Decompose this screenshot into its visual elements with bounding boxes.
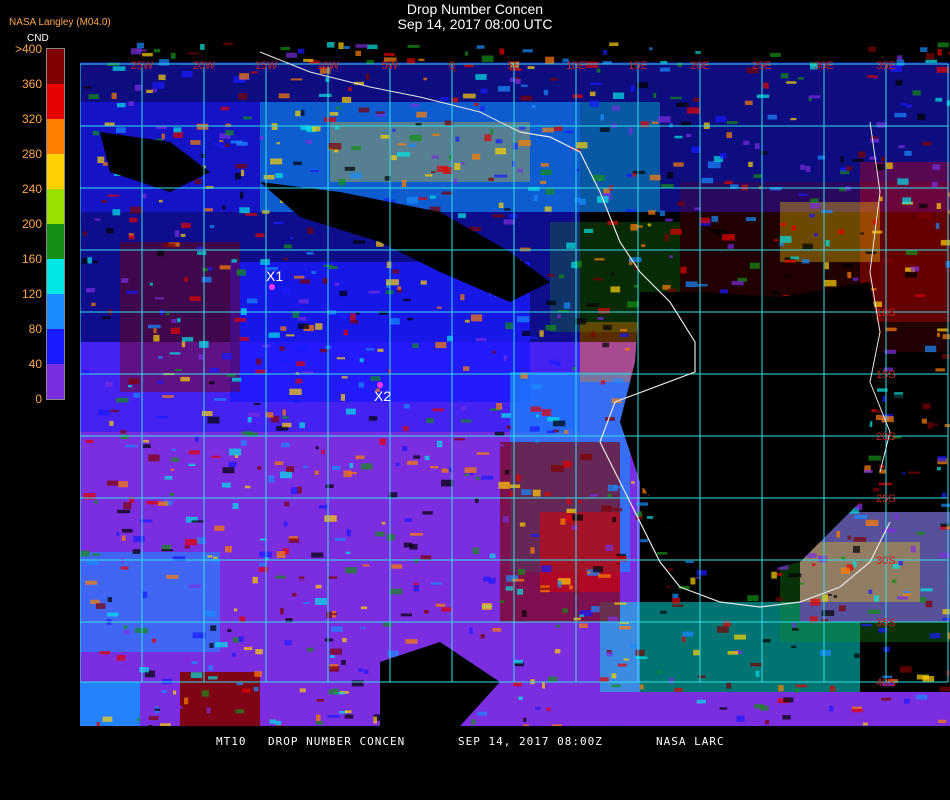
latitude-label: 15S (876, 369, 896, 381)
map-title: Drop Number Concen (0, 2, 950, 17)
legend-tick-label: 360 (0, 78, 42, 90)
legend-swatch (47, 294, 64, 329)
legend-tick-label: 320 (0, 113, 42, 125)
legend-tick-label: 0 (0, 393, 42, 405)
latitude-label: 30S (876, 555, 896, 567)
longitude-label: 15E (628, 60, 648, 72)
longitude-label: 5W (382, 60, 399, 72)
legend-swatch (47, 49, 64, 84)
latitude-label: 35S (876, 617, 896, 629)
latitude-label: 40S (876, 677, 896, 689)
latitude-label: 10S (876, 307, 896, 319)
footer-date: SEP 14, 2017 08:00Z (458, 735, 603, 748)
legend-tick-label: 160 (0, 253, 42, 265)
longitude-label: 20E (690, 60, 710, 72)
longitude-label: 10E (566, 60, 586, 72)
marker-label: X2 (374, 388, 391, 404)
footer-parameter: DROP NUMBER CONCEN (268, 735, 405, 748)
legend-tick-label: >400 (0, 43, 42, 55)
legend-swatch (47, 154, 64, 189)
cloud-field-layer (80, 42, 950, 726)
legend-swatch (47, 119, 64, 154)
longitude-label: 20W (193, 60, 216, 72)
legend-swatch (47, 259, 64, 294)
map-title-block: Drop Number Concen Sep 14, 2017 08:00 UT… (0, 2, 950, 32)
legend-swatch (47, 189, 64, 224)
legend-color-bar (46, 48, 65, 400)
legend-swatch (47, 364, 64, 399)
longitude-label: 5E (507, 60, 520, 72)
map-subtitle: Sep 14, 2017 08:00 UTC (0, 17, 950, 32)
longitude-label: 15W (255, 60, 278, 72)
legend-swatch (47, 224, 64, 259)
longitude-label: 0 (449, 60, 455, 72)
footer-bar: MT10 DROP NUMBER CONCEN SEP 14, 2017 08:… (0, 735, 950, 750)
legend-swatch (47, 84, 64, 119)
longitude-label: 35E (876, 60, 896, 72)
legend-swatch (47, 329, 64, 364)
legend-tick-label: 200 (0, 218, 42, 230)
longitude-label: 10W (317, 60, 340, 72)
marker-label: X1 (266, 268, 283, 284)
longitude-label: 25W (131, 60, 154, 72)
footer-product: MT10 (216, 735, 247, 748)
legend-tick-label: 280 (0, 148, 42, 160)
footer-source: NASA LARC (656, 735, 725, 748)
legend-tick-label: 40 (0, 358, 42, 370)
legend-tick-label: 120 (0, 288, 42, 300)
marker-dot (269, 284, 275, 290)
latitude-label: 25S (876, 493, 896, 505)
latitude-label: 20S (876, 431, 896, 443)
longitude-label: 30E (814, 60, 834, 72)
longitude-label: 25E (752, 60, 772, 72)
satellite-map: 25W 20W 15W 10W 5W 0 5E 10E 15E 20E 25E 30E 35E 10S 15… (80, 42, 950, 726)
producer-label: NASA Langley (M04.0) (9, 17, 111, 28)
legend-tick-label: 80 (0, 323, 42, 335)
legend-tick-label: 240 (0, 183, 42, 195)
